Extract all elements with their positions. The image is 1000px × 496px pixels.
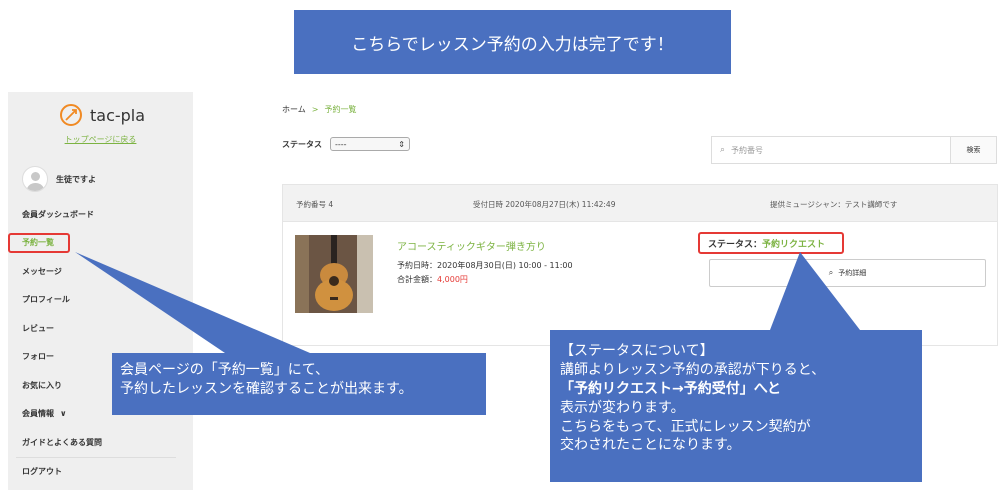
note-line: 【ステータスについて】 bbox=[560, 343, 714, 359]
note-line: こちらをもって、正式にレッスン契約が bbox=[560, 418, 811, 435]
callout-note-reservation-list: 会員ページの「予約一覧」にて、 予約したレッスンを確認することが出来ます。 bbox=[112, 353, 486, 415]
callout-pointer-right bbox=[770, 252, 860, 330]
note-line: 「予約リクエスト→予約受付」へと bbox=[560, 380, 782, 397]
note-line: 会員ページの「予約一覧」にて、 bbox=[120, 362, 330, 378]
callout-note-status: 【ステータスについて】 講師よりレッスン予約の承認が下りると、 「予約リクエスト… bbox=[550, 330, 922, 482]
note-line: 予約したレッスンを確認することが出来ます。 bbox=[120, 380, 413, 397]
note-line: 表示が変わります。 bbox=[560, 399, 685, 416]
note-line: 交わされたことになります。 bbox=[560, 437, 741, 454]
callout-pointer-left bbox=[75, 252, 310, 353]
note-line: 講師よりレッスン予約の承認が下りると、 bbox=[560, 361, 826, 378]
